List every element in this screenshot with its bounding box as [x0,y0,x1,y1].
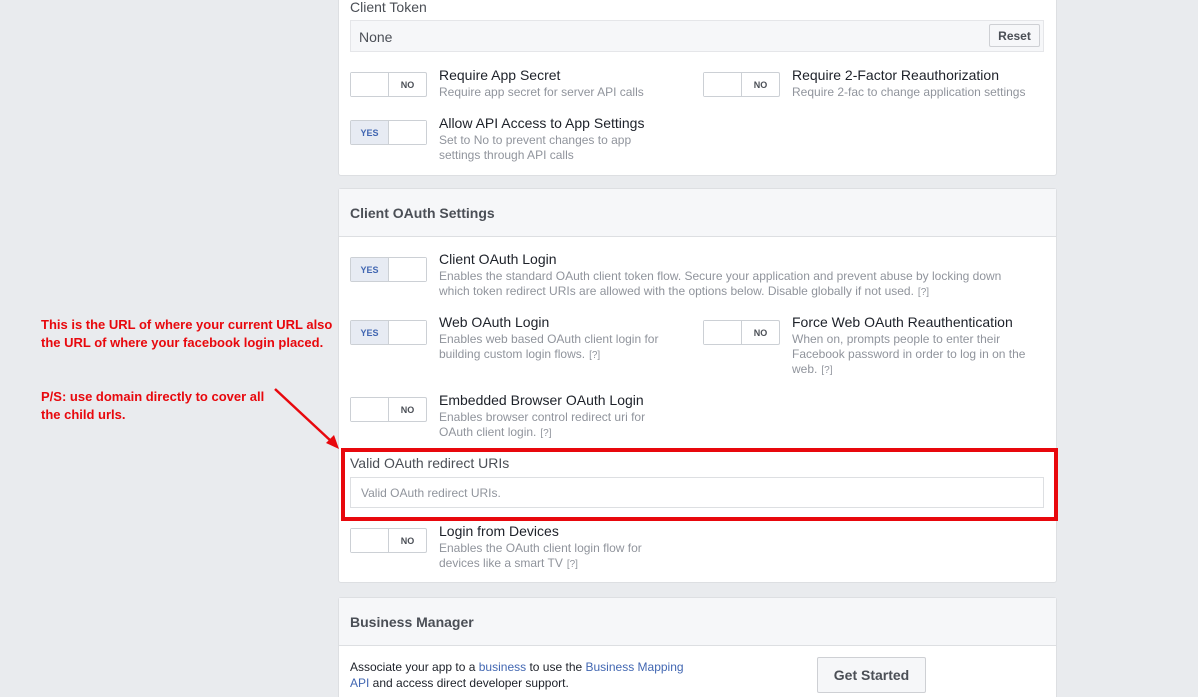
force-web-reauth-toggle[interactable]: NO [703,320,780,345]
toggle-knob [388,321,426,344]
client-token-value: None [359,29,393,45]
login-from-devices-toggle[interactable]: NO [350,528,427,553]
client-token-field: None [350,20,1044,52]
panel-heading: Client OAuth Settings [339,189,1056,237]
redirect-uris-input[interactable]: Valid OAuth redirect URIs. [350,477,1044,508]
toggle-state: NO [753,79,768,90]
help-icon[interactable]: [?] [589,350,600,361]
toggle-knob [388,258,426,281]
client-oauth-login-desc: Enables the standard OAuth client token … [439,269,1029,300]
toggle-knob [351,398,389,421]
desc-text: and access direct developer support. [369,676,569,690]
get-started-button[interactable]: Get Started [817,657,926,693]
help-icon[interactable]: [?] [567,559,578,570]
panel-heading: Business Manager [339,598,1056,646]
toggle-state: YES [351,321,388,344]
toggle-state: NO [753,327,768,338]
require-2fa-desc: Require 2-fac to change application sett… [792,85,1026,99]
desc-text: to use the [526,660,586,674]
business-link[interactable]: business [479,660,526,674]
client-oauth-login-title: Client OAuth Login [439,251,557,267]
help-icon[interactable]: [?] [918,287,929,298]
embedded-browser-title: Embedded Browser OAuth Login [439,392,644,408]
help-icon[interactable]: [?] [821,365,832,376]
force-web-reauth-title: Force Web OAuth Reauthentication [792,314,1013,330]
toggle-knob [351,73,389,96]
toggle-knob [388,121,426,144]
require-app-secret-desc: Require app secret for server API calls [439,85,644,99]
require-2fa-title: Require 2-Factor Reauthorization [792,67,999,83]
toggle-knob [704,321,742,344]
client-oauth-panel: Client OAuth Settings YES Client OAuth L… [338,188,1057,583]
embedded-browser-toggle[interactable]: NO [350,397,427,422]
annotation-line-2: P/S: use domain directly to cover all th… [41,389,265,422]
require-app-secret-toggle[interactable]: NO [350,72,427,97]
allow-api-access-desc: Set to No to prevent changes to app sett… [439,133,632,162]
force-web-reauth-desc: When on, prompts people to enter their F… [792,332,1040,378]
desc-text: Enables the standard OAuth client token … [439,269,1002,298]
allow-api-access-title: Allow API Access to App Settings [439,115,645,131]
desc-text: Enables the OAuth client login flow for … [439,541,642,570]
toggle-state: NO [400,535,415,546]
require-app-secret-title: Require App Secret [439,67,561,83]
require-2fa-toggle[interactable]: NO [703,72,780,97]
desc-text: Enables web based OAuth client login for… [439,332,659,361]
client-oauth-login-toggle[interactable]: YES [350,257,427,282]
web-oauth-login-title: Web OAuth Login [439,314,550,330]
security-panel: Client Token None Reset NO Require App S… [338,0,1057,176]
login-from-devices-desc: Enables the OAuth client login flow for … [439,541,669,572]
toggle-state: NO [400,404,415,415]
annotation-line-1: This is the URL of where your current UR… [41,317,333,350]
toggle-state: YES [351,258,388,281]
business-manager-panel: Business Manager Associate your app to a… [338,597,1057,697]
toggle-knob [704,73,742,96]
login-from-devices-title: Login from Devices [439,523,559,539]
toggle-knob [351,529,389,552]
help-icon[interactable]: [?] [540,428,551,439]
web-oauth-login-desc: Enables web based OAuth client login for… [439,332,679,363]
business-description: Associate your app to a business to use … [350,659,700,691]
embedded-browser-desc: Enables browser control redirect uri for… [439,410,669,441]
client-token-label: Client Token [350,0,427,15]
toggle-state: NO [400,79,415,90]
web-oauth-login-toggle[interactable]: YES [350,320,427,345]
redirect-uris-label: Valid OAuth redirect URIs [350,455,510,471]
allow-api-access-toggle[interactable]: YES [350,120,427,145]
reset-button[interactable]: Reset [989,24,1040,47]
toggle-state: YES [351,121,388,144]
desc-text: Associate your app to a [350,660,479,674]
